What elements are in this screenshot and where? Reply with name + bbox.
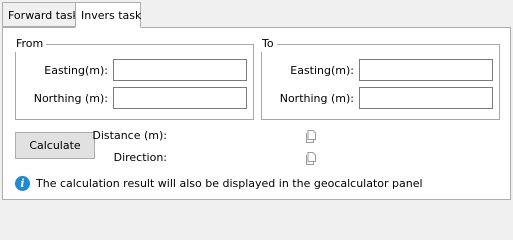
to-group-title: To [259, 36, 277, 52]
info-icon: i [15, 176, 30, 191]
copy-icon[interactable] [305, 152, 317, 165]
from-group-title: From [13, 36, 47, 52]
to-easting-row: Easting(m): [290, 59, 493, 81]
tab-forward-task[interactable]: Forward task [2, 2, 79, 27]
to-easting-input[interactable] [359, 59, 493, 81]
from-northing-row: Northing (m): [34, 87, 247, 109]
copy-icon[interactable] [305, 130, 317, 143]
from-group: From Easting(m): Northing (m): [13, 36, 254, 120]
info-text: The calculation result will also be disp… [36, 177, 423, 190]
from-easting-label: Easting(m): [44, 63, 108, 77]
invers-task-panel: From Easting(m): Northing (m): To Eastin… [2, 27, 511, 200]
to-northing-row: Northing (m): [280, 87, 493, 109]
tab-invers-task[interactable]: Invers task [75, 2, 141, 28]
to-easting-label: Easting(m): [290, 63, 354, 77]
calculate-button[interactable]: Calculate [15, 132, 95, 159]
to-group: To Easting(m): Northing (m): [259, 36, 500, 120]
direction-label: Direction: [113, 151, 167, 164]
to-northing-label: Northing (m): [279, 91, 354, 105]
from-easting-row: Easting(m): [44, 59, 247, 81]
from-easting-input[interactable] [113, 59, 247, 81]
distance-label: Distance (m): [92, 129, 167, 142]
info-message: i The calculation result will also be di… [15, 176, 423, 191]
from-northing-input[interactable] [113, 87, 247, 109]
from-northing-label: Northing (m): [33, 91, 108, 105]
to-northing-input[interactable] [359, 87, 493, 109]
